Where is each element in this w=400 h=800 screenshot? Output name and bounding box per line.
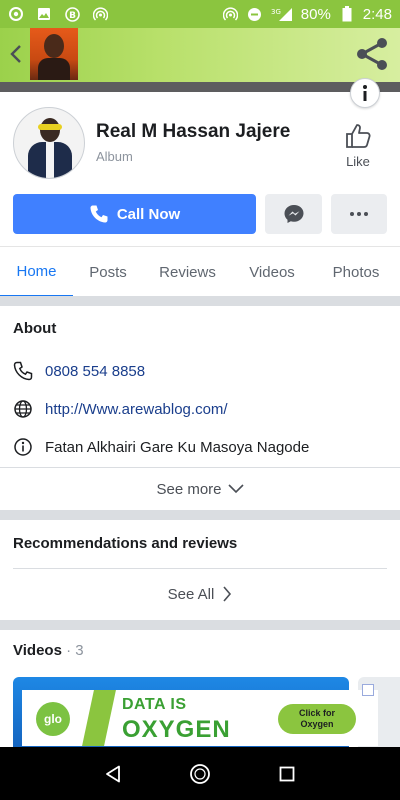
thumbs-up-icon (346, 124, 371, 148)
svg-text:B: B (69, 11, 76, 21)
website-link[interactable]: http://Www.arewablog.com/ (45, 401, 228, 418)
gallery-icon (36, 6, 52, 22)
section-gap (0, 510, 400, 520)
about-title: About (13, 320, 57, 337)
call-now-button[interactable]: Call Now (13, 194, 256, 234)
like-label: Like (346, 154, 370, 169)
about-description-row: Fatan Alkhairi Gare Ku Masoya Nagode (13, 437, 309, 457)
see-all-button[interactable]: See All (0, 582, 400, 606)
avatar-shirt (46, 142, 54, 178)
square-recents-icon (279, 766, 295, 781)
status-right-icons: 3G 80% 2:48 (223, 6, 392, 23)
chevron-right-icon (223, 586, 232, 602)
videos-separator: · (61, 642, 76, 659)
info-icon (363, 85, 367, 101)
share-icon (357, 38, 387, 70)
battery-icon (339, 6, 355, 22)
nav-recents-button[interactable] (272, 759, 302, 789)
chrome-icon (8, 6, 24, 22)
tab-posts[interactable]: Posts (73, 247, 143, 297)
see-all-label: See All (167, 585, 215, 603)
triangle-back-icon (106, 765, 121, 782)
globe-icon (13, 399, 33, 419)
b-app-icon: B (64, 6, 80, 22)
about-website-row[interactable]: http://Www.arewablog.com/ (13, 399, 228, 419)
signal-icon: 3G (271, 6, 293, 22)
ad-cta-line1: Click for (298, 708, 335, 719)
cover-photo[interactable] (30, 28, 78, 80)
avatar-glasses (38, 124, 62, 130)
status-bar: B 3G 80% 2:48 (0, 0, 400, 28)
hotspot-icon (92, 6, 108, 22)
divider (0, 467, 400, 468)
phone-icon (90, 205, 108, 223)
avatar-head (40, 118, 60, 142)
android-nav-bar (0, 747, 400, 800)
call-now-label: Call Now (116, 205, 181, 223)
divider (13, 568, 387, 569)
ad-choices-icon[interactable] (362, 684, 374, 696)
info-outline-icon (13, 437, 33, 457)
share-button[interactable] (352, 34, 392, 74)
more-dots-icon (350, 212, 368, 216)
home-circle-icon (190, 763, 210, 784)
glo-logo: glo (36, 702, 70, 736)
page-title: Real M Hassan Jajere (96, 121, 291, 142)
page-tabs: Home Posts Reviews Videos Photos (0, 246, 400, 297)
clock: 2:48 (362, 5, 392, 23)
ad-headline-big: OXYGEN (122, 716, 231, 743)
see-more-button[interactable]: See more (0, 476, 400, 502)
tab-photos[interactable]: Photos (312, 247, 400, 297)
videos-header: Videos · 3 (13, 642, 84, 659)
ad-headline: DATA IS (122, 696, 187, 713)
cover-photo-body (38, 58, 70, 80)
cover-divider (0, 82, 400, 92)
cover-photo-figure (44, 34, 64, 58)
ad-cta-line2: Oxygen (300, 719, 334, 729)
tab-home[interactable]: Home (0, 247, 73, 297)
info-button[interactable] (350, 78, 380, 108)
section-gap (0, 620, 400, 630)
videos-count: 3 (75, 642, 84, 659)
screen: B 3G 80% 2:48 Real M Hassan Jajere Album… (0, 0, 400, 800)
tab-videos[interactable]: Videos (232, 247, 312, 297)
dnd-icon (247, 6, 263, 22)
svg-text:3G: 3G (271, 8, 281, 16)
chevron-down-icon (227, 484, 244, 494)
section-gap (0, 296, 400, 306)
messenger-button[interactable] (265, 194, 322, 234)
like-button[interactable]: Like (336, 122, 380, 174)
page-category: Album (96, 149, 133, 164)
phone-number[interactable]: 0808 554 8858 (45, 363, 145, 380)
chevron-left-icon (10, 45, 21, 63)
see-more-label: See more (156, 480, 222, 498)
page-description: Fatan Alkhairi Gare Ku Masoya Nagode (45, 438, 310, 456)
nav-back-button[interactable] (98, 759, 128, 789)
battery-percent: 80% (300, 5, 331, 23)
nav-home-button[interactable] (185, 759, 215, 789)
back-button[interactable] (6, 40, 26, 68)
hotspot-icon (223, 6, 239, 22)
about-phone-row[interactable]: 0808 554 8858 (13, 361, 145, 381)
tab-reviews[interactable]: Reviews (143, 247, 232, 297)
ad-stripe (82, 690, 116, 746)
recommendations-title: Recommendations and reviews (13, 535, 238, 552)
videos-title: Videos (13, 642, 62, 659)
more-options-button[interactable] (331, 194, 387, 234)
messenger-icon (284, 205, 303, 223)
phone-outline-icon (13, 361, 33, 381)
ad-banner[interactable]: glo DATA IS OXYGEN Click for Oxygen (22, 690, 378, 746)
profile-avatar[interactable] (13, 107, 85, 179)
ad-cta-button[interactable]: Click for Oxygen (278, 704, 356, 734)
status-left-icons: B (8, 6, 108, 22)
